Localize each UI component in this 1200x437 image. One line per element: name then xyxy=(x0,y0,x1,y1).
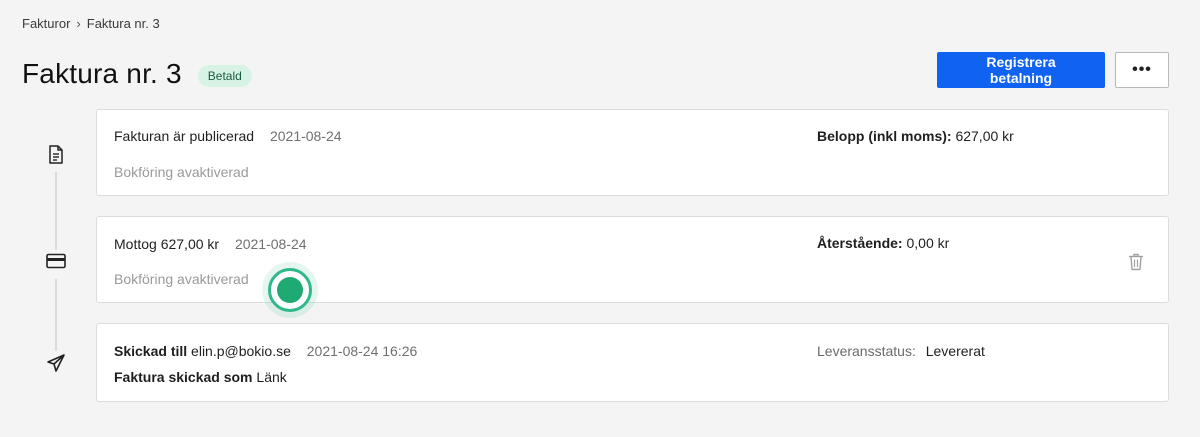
event-title: Fakturan är publicerad xyxy=(114,128,255,144)
sent-as-label: Faktura skickad som xyxy=(114,369,253,385)
sent-as-row: Faktura skickad som Länk xyxy=(114,369,287,385)
event-title-row: Fakturan är publicerad 2021-08-24 xyxy=(114,128,342,144)
cursor-click-indicator xyxy=(262,262,318,318)
delete-payment-button[interactable] xyxy=(1128,253,1144,271)
delivery-status: Leveransstatus: Levererat xyxy=(817,343,985,359)
breadcrumb-current: Faktura nr. 3 xyxy=(86,16,160,31)
remaining-label: Återstående: xyxy=(817,235,903,251)
paper-plane-icon xyxy=(44,351,68,375)
event-date: 2021-08-24 16:26 xyxy=(306,343,418,359)
trash-icon xyxy=(1129,253,1143,271)
delivery-status-label: Leveransstatus: xyxy=(817,343,916,359)
cursor-dot xyxy=(277,277,303,303)
cursor-ring xyxy=(268,268,312,312)
status-badge: Betald xyxy=(197,65,252,87)
title-row: Faktura nr. 3 Betald xyxy=(22,58,252,90)
event-title-row: Skickad till elin.p@bokio.se 2021-08-24 … xyxy=(114,343,417,359)
amount-value: 627,00 kr xyxy=(955,128,1014,144)
header-actions: Registrera betalning ••• xyxy=(937,52,1169,88)
sent-to-label: Skickad till xyxy=(114,343,188,359)
event-card-published: Fakturan är publicerad 2021-08-24 Bokför… xyxy=(96,109,1169,196)
sent-as-value: Länk xyxy=(256,369,287,385)
event-title: Mottog 627,00 kr xyxy=(114,236,220,252)
breadcrumb: Fakturor › Faktura nr. 3 xyxy=(22,16,160,31)
event-card-payment: Mottog 627,00 kr 2021-08-24 Bokföring av… xyxy=(96,216,1169,303)
amount-label: Belopp (inkl moms): xyxy=(817,128,952,144)
event-card-sent: Skickad till elin.p@bokio.se 2021-08-24 … xyxy=(96,323,1169,402)
page-title: Faktura nr. 3 xyxy=(22,58,182,89)
more-options-button[interactable]: ••• xyxy=(1115,52,1169,88)
register-payment-button[interactable]: Registrera betalning xyxy=(937,52,1105,88)
sent-to-email: elin.p@bokio.se xyxy=(191,343,291,359)
event-amount: Belopp (inkl moms): 627,00 kr xyxy=(817,128,1014,144)
remaining-value: 0,00 kr xyxy=(906,235,950,251)
event-title-row: Mottog 627,00 kr 2021-08-24 xyxy=(114,236,307,252)
delivery-status-value: Levererat xyxy=(925,343,985,359)
credit-card-icon xyxy=(44,249,68,273)
event-remaining: Återstående: 0,00 kr xyxy=(817,235,949,251)
document-icon xyxy=(44,142,68,166)
event-date: 2021-08-24 xyxy=(269,128,342,144)
breadcrumb-separator: › xyxy=(76,16,81,31)
event-date: 2021-08-24 xyxy=(234,236,307,252)
timeline-connector xyxy=(55,172,57,250)
more-dots-icon: ••• xyxy=(1132,61,1152,78)
breadcrumb-fakturor-link[interactable]: Fakturor xyxy=(22,16,70,31)
event-subtitle: Bokföring avaktiverad xyxy=(114,164,249,180)
event-subtitle: Bokföring avaktiverad xyxy=(114,271,249,287)
timeline-connector xyxy=(55,279,57,351)
